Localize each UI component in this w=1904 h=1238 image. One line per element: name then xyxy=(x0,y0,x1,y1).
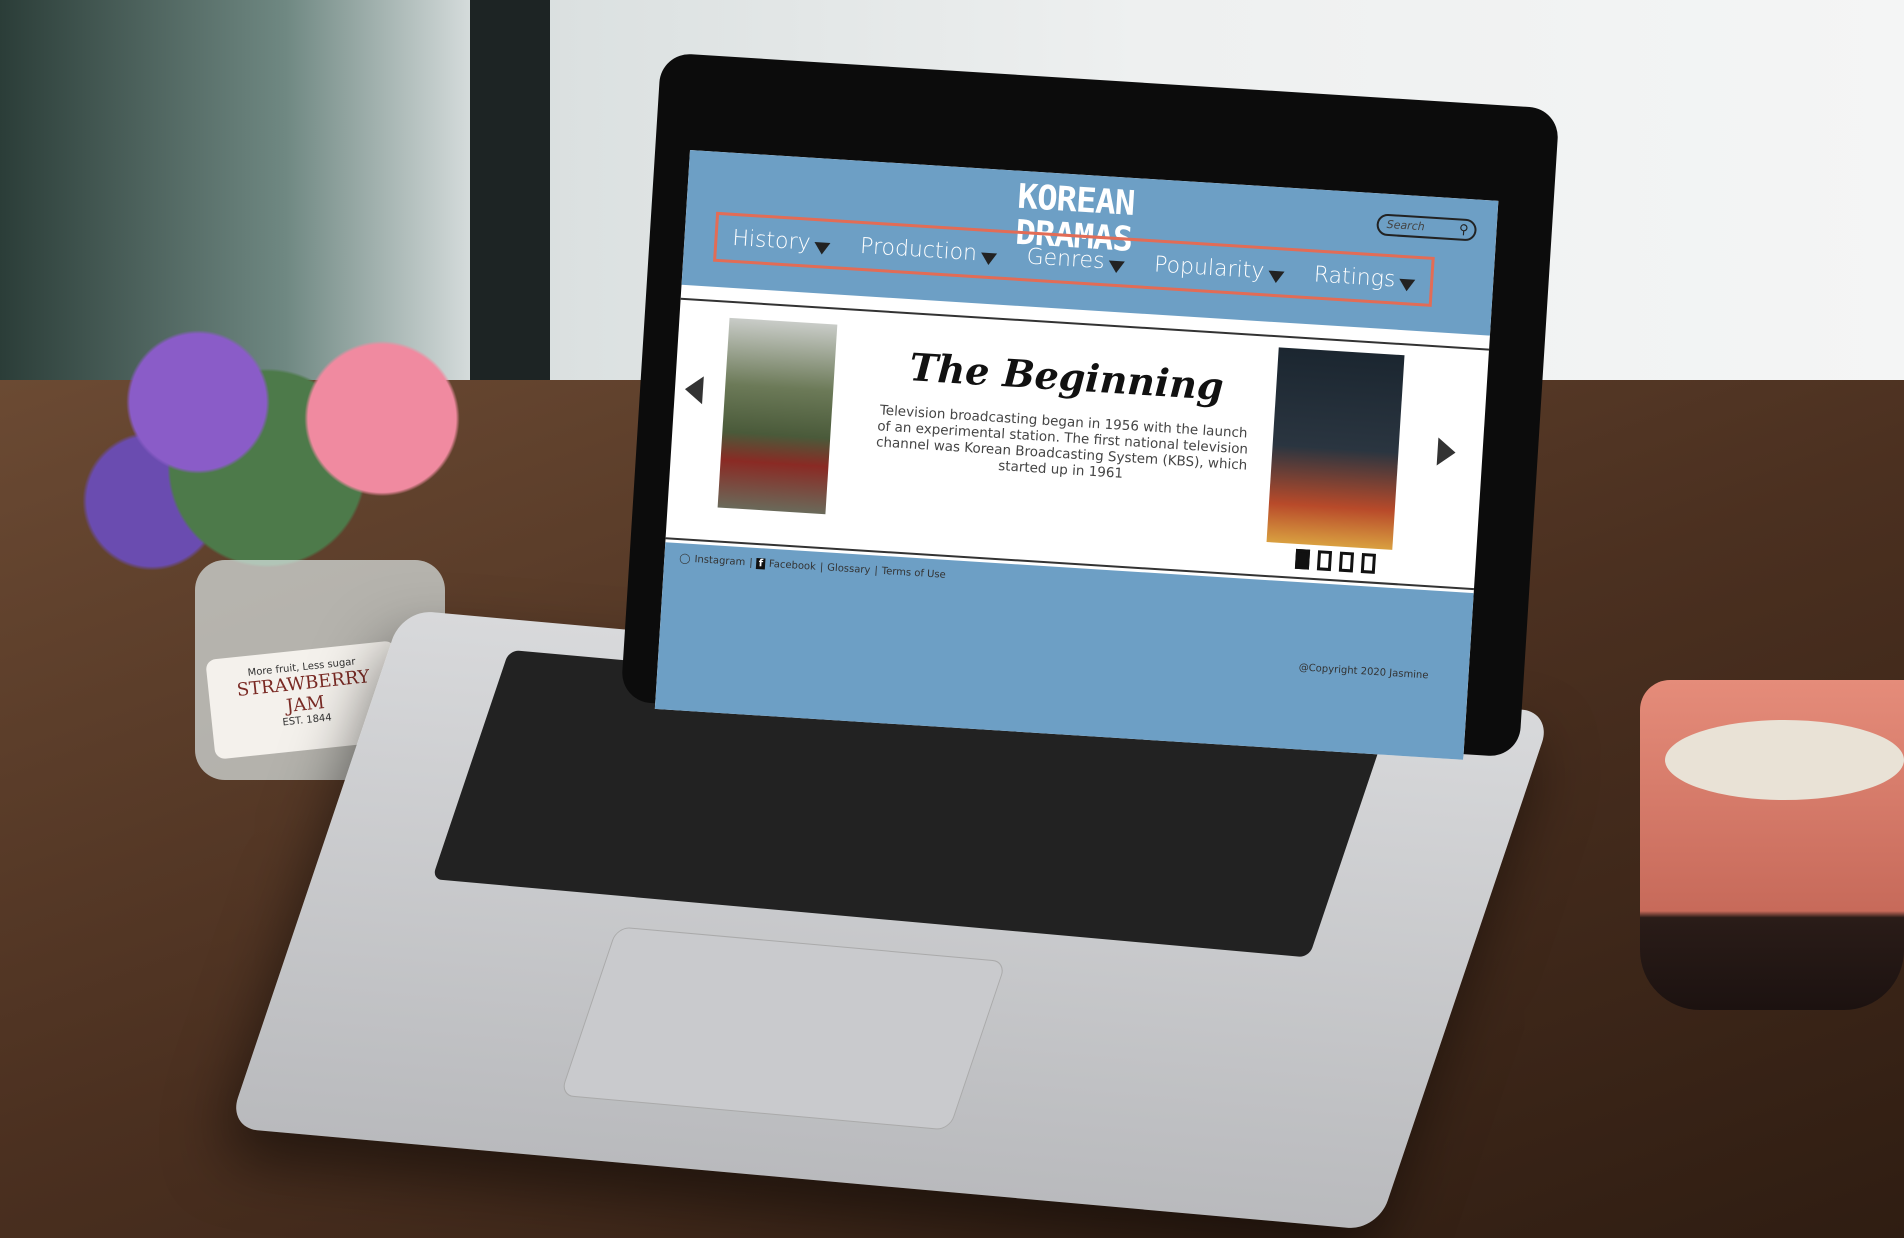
footer-link-facebook[interactable]: Facebook xyxy=(769,559,817,573)
city-night-image xyxy=(1266,347,1405,550)
carousel-dot[interactable] xyxy=(1338,551,1355,573)
laptop-screen: KOREAN DRAMAS Search ⚲ History Productio… xyxy=(654,150,1499,760)
nav-item-production[interactable]: Production xyxy=(859,233,998,267)
search-icon[interactable]: ⚲ xyxy=(1458,222,1468,238)
chevron-down-icon xyxy=(1398,278,1416,292)
chevron-down-icon xyxy=(980,251,998,265)
carousel-dot[interactable] xyxy=(1316,550,1333,572)
carousel-dot[interactable] xyxy=(1294,548,1311,570)
carousel-indicators xyxy=(1294,548,1376,574)
carousel-dot[interactable] xyxy=(1360,552,1376,574)
search-input[interactable]: Search ⚲ xyxy=(1376,213,1478,242)
facebook-icon[interactable]: f xyxy=(756,558,766,570)
instagram-icon[interactable]: ◯ xyxy=(679,553,691,565)
coffee xyxy=(1665,720,1904,800)
nav-label: Genres xyxy=(1025,243,1106,274)
nav-item-popularity[interactable]: Popularity xyxy=(1153,252,1285,285)
nav-label: Ratings xyxy=(1313,261,1397,293)
separator: | xyxy=(874,565,879,577)
trackpad xyxy=(559,926,1007,1131)
nav-item-ratings[interactable]: Ratings xyxy=(1313,262,1416,293)
chevron-down-icon xyxy=(1107,260,1125,273)
hanok-gate-image xyxy=(717,317,838,515)
nav-label: Popularity xyxy=(1153,251,1266,284)
hero-title: The Beginning xyxy=(908,344,1225,409)
copyright: @Copyright 2020 Jasmine xyxy=(1298,662,1429,682)
footer-link-terms[interactable]: Terms of Use xyxy=(881,566,946,581)
carousel-next-icon[interactable] xyxy=(1436,437,1457,467)
chevron-down-icon xyxy=(1267,270,1285,284)
separator: | xyxy=(748,557,753,569)
hero-body: Television broadcasting began in 1956 wi… xyxy=(875,402,1249,482)
nav-item-genres[interactable]: Genres xyxy=(1026,244,1125,275)
chevron-down-icon xyxy=(813,241,831,255)
footer-links: ◯ Instagram | f Facebook | Glossary | Te… xyxy=(679,553,946,581)
separator: | xyxy=(819,561,824,574)
nav-label: Production xyxy=(859,233,978,266)
carousel-prev-icon[interactable] xyxy=(684,375,704,405)
footer-link-instagram[interactable]: Instagram xyxy=(694,554,745,568)
footer-link-glossary[interactable]: Glossary xyxy=(827,562,871,576)
flowers xyxy=(60,270,520,600)
nav-item-history[interactable]: History xyxy=(732,225,832,256)
search-placeholder: Search xyxy=(1386,217,1426,234)
nav-label: History xyxy=(731,225,812,256)
